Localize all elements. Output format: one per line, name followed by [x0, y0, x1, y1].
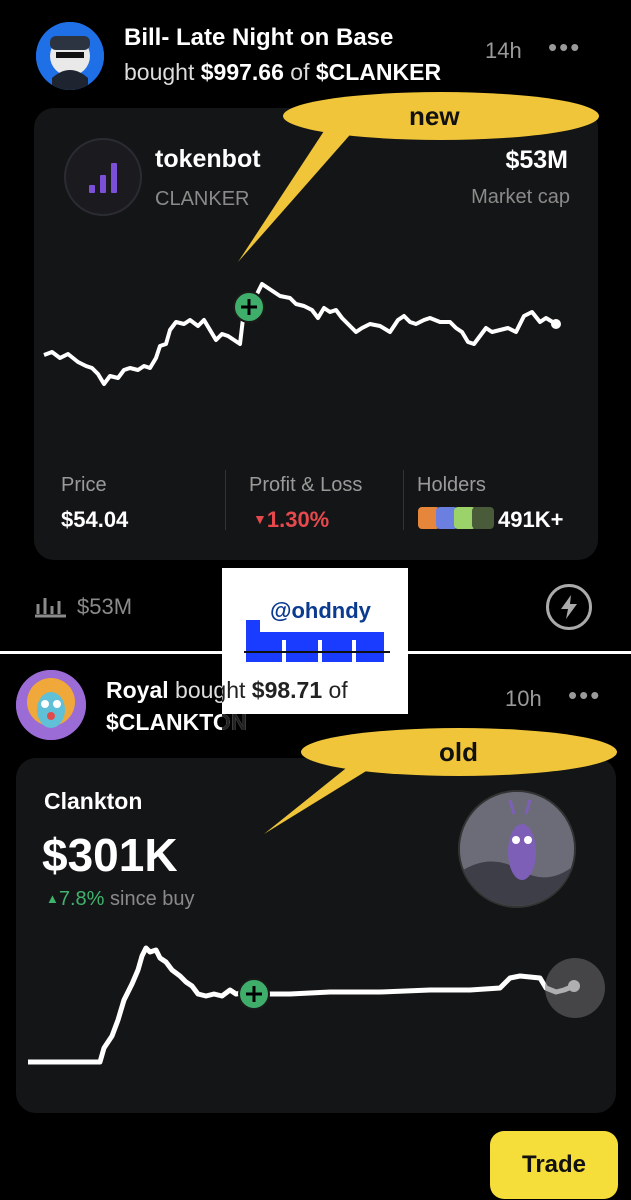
base-logo-icon	[244, 620, 390, 662]
annotation-new-label: new	[409, 101, 460, 131]
annotation-old-label: old	[439, 737, 478, 767]
